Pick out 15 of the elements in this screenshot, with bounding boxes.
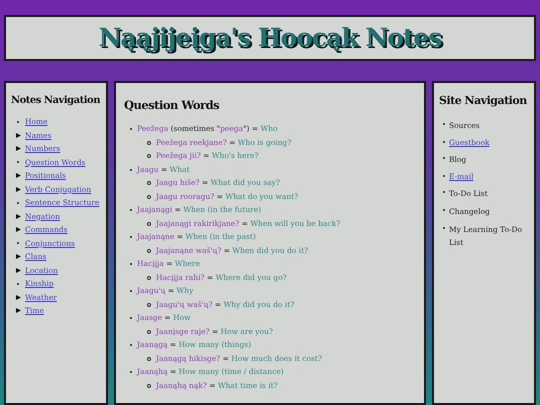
circle-bullet-icon bbox=[147, 181, 151, 185]
circle-bullet-icon bbox=[147, 194, 151, 198]
circle-bullet-icon bbox=[147, 140, 151, 144]
circle-bullet-icon bbox=[147, 356, 151, 360]
circle-bullet-icon bbox=[147, 302, 151, 306]
page-heading: Question Words bbox=[124, 97, 220, 114]
circle-bullet-icon bbox=[147, 330, 151, 334]
circle-bullet-icon bbox=[147, 154, 151, 158]
circle-bullet-icon bbox=[147, 222, 151, 226]
panel-heading: Notes Navigation bbox=[11, 94, 101, 108]
circle-bullet-icon bbox=[147, 248, 151, 252]
panel-heading: Site Navigation bbox=[439, 93, 528, 109]
circle-bullet-icon bbox=[147, 384, 151, 388]
circle-bullet-icon bbox=[147, 276, 151, 280]
site-title: Nąąjijeįga's Hoocąk Notes bbox=[98, 22, 442, 54]
